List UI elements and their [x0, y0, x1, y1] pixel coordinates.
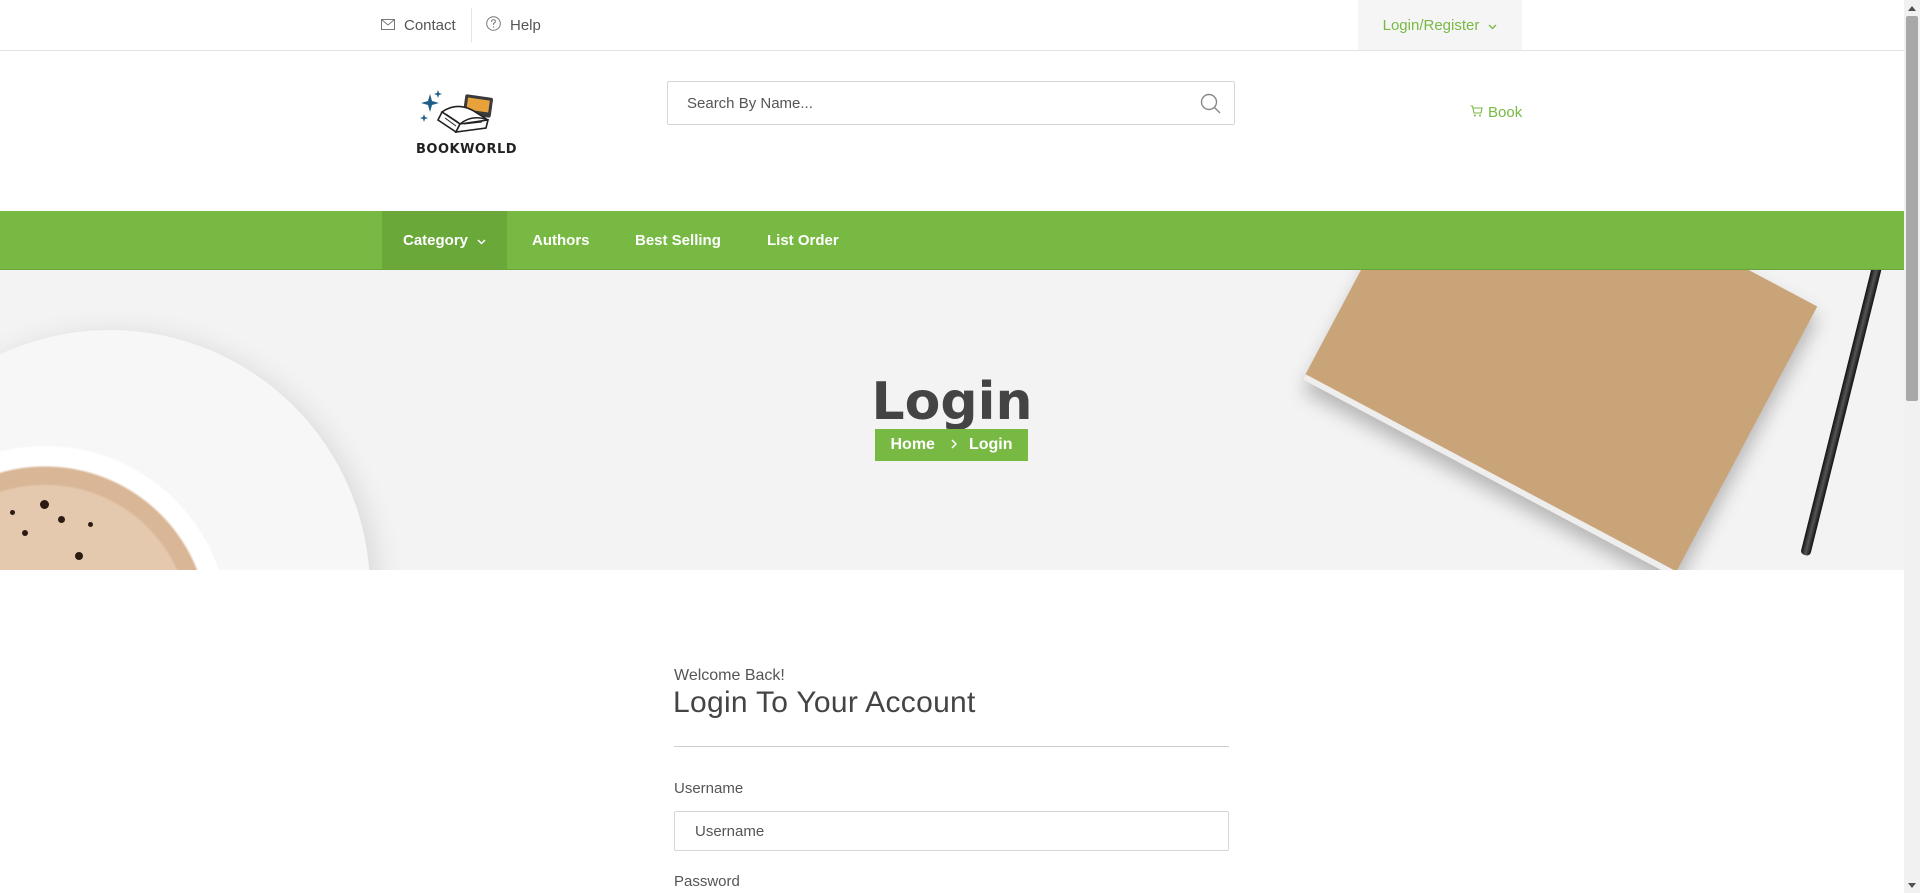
nav-item-label: Authors: [532, 231, 590, 249]
breadcrumb: Home Login: [875, 429, 1028, 461]
coffee-speck: [10, 510, 15, 515]
username-label: Username: [674, 780, 744, 797]
help-link[interactable]: Help: [486, 0, 541, 50]
nav-item-list-order[interactable]: List Order: [767, 211, 839, 269]
mail-icon: [381, 17, 395, 34]
bookworld-logo[interactable]: BOOKWORLD: [416, 88, 518, 160]
nav-item-best-selling[interactable]: Best Selling: [635, 211, 721, 269]
top-bar-divider: [471, 8, 472, 42]
login-register-label: Login/Register: [1382, 16, 1480, 34]
scroll-up-arrow-icon[interactable]: [1904, 0, 1920, 16]
username-field[interactable]: [674, 811, 1229, 851]
search-input[interactable]: [668, 82, 1187, 124]
page-title: Login: [871, 372, 1033, 432]
cart-label: Book: [1488, 104, 1523, 121]
welcome-text: Welcome Back!: [674, 667, 785, 684]
chevron-right-icon: [951, 436, 958, 454]
nav-item-label: Category: [402, 231, 469, 249]
logo-graphic-icon: [420, 90, 493, 134]
password-label: Password: [674, 873, 740, 890]
breadcrumb-home-link[interactable]: Home: [891, 436, 935, 454]
login-register-dropdown[interactable]: Login/Register: [1358, 0, 1522, 50]
page: Contact Help Login/Register BOOKWORLD Se…: [0, 0, 1904, 893]
nav-item-label: Best Selling: [635, 231, 721, 249]
coffee-speck: [40, 500, 49, 509]
chevron-down-icon: [477, 232, 486, 249]
nav-item-authors[interactable]: Authors: [532, 211, 590, 269]
vertical-scrollbar[interactable]: [1904, 0, 1920, 893]
scrollbar-thumb[interactable]: [1906, 16, 1918, 401]
search-icon[interactable]: [1198, 91, 1224, 117]
coffee-speck: [75, 552, 83, 560]
breadcrumb-current: Login: [968, 436, 1013, 453]
login-form-title: Login To Your Account: [673, 686, 976, 719]
coffee-speck: [22, 530, 28, 536]
scroll-down-arrow-icon[interactable]: [1904, 877, 1920, 893]
cart-link[interactable]: Book: [1470, 104, 1522, 121]
help-label: Help: [510, 16, 541, 34]
form-divider: [674, 746, 1229, 747]
top-bar: Contact Help Login/Register: [0, 0, 1904, 51]
nav-item-category[interactable]: Category: [382, 211, 507, 269]
coffee-speck: [88, 522, 93, 527]
main-nav: Category Authors Best Selling List Order: [0, 211, 1904, 270]
chevron-down-icon: [1488, 17, 1497, 34]
logo-text: BOOKWORLD: [416, 142, 518, 157]
help-icon: [486, 15, 501, 35]
cart-icon: [1470, 104, 1483, 121]
search-box: [667, 81, 1235, 125]
contact-label: Contact: [404, 16, 456, 34]
coffee-speck: [58, 516, 65, 523]
contact-link[interactable]: Contact: [381, 0, 456, 50]
nav-item-label: List Order: [767, 231, 839, 249]
